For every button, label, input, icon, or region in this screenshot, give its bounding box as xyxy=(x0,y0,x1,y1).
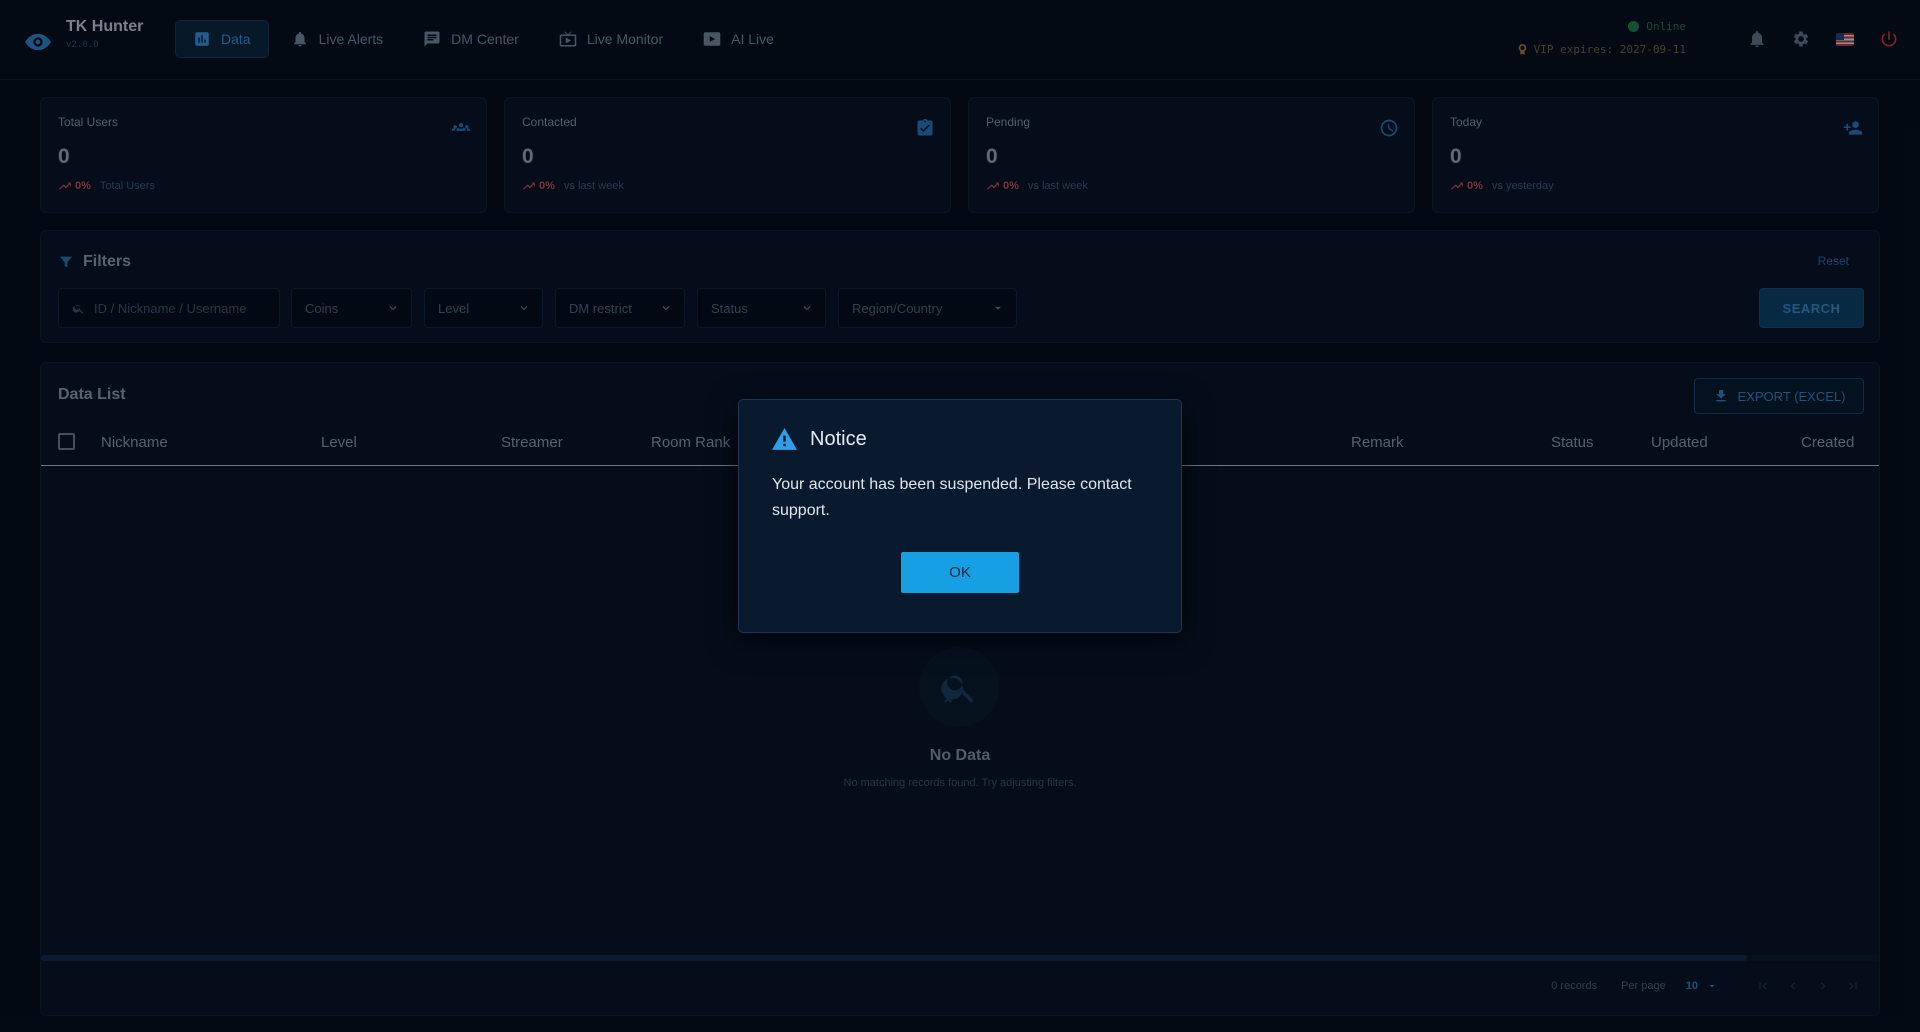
warning-icon xyxy=(772,428,797,450)
dialog-title: Notice xyxy=(810,428,867,450)
ok-button[interactable]: OK xyxy=(901,552,1019,593)
dialog-message: Your account has been suspended. Please … xyxy=(772,476,1132,519)
notice-dialog: Notice Your account has been suspended. … xyxy=(738,399,1182,633)
dialog-header: Notice xyxy=(772,428,867,451)
